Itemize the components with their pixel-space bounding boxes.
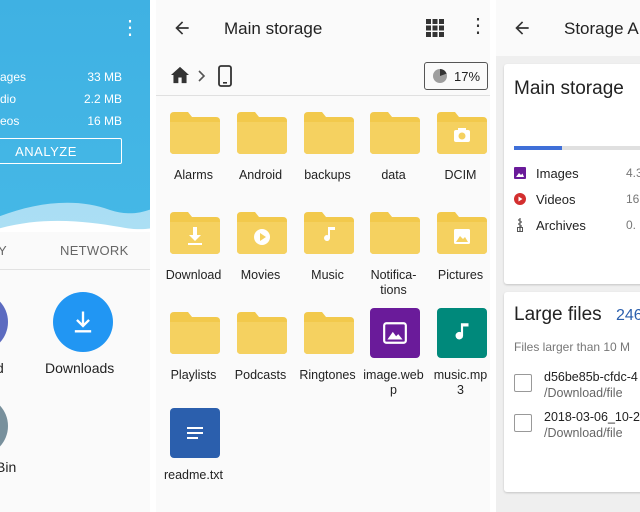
file-name: data xyxy=(381,168,406,182)
file-name: image.web p xyxy=(363,368,424,397)
right-screen: Storage A Main storage Images 4.3 Videos… xyxy=(496,0,640,512)
file-item[interactable]: backups xyxy=(294,98,361,198)
grid-view-icon[interactable] xyxy=(426,19,444,37)
music-file-icon xyxy=(437,308,487,358)
storage-summary-header: ⋮ ages 33 MB dio 2.2 MB eos 16 MB ANALYZ… xyxy=(0,0,150,232)
large-file-1[interactable]: d56be85b-cfdc-4 /Download/file xyxy=(544,369,638,401)
category-tabs: Y NETWORK xyxy=(0,232,150,270)
file-name: Alarms xyxy=(174,168,213,182)
page-title: Storage A xyxy=(564,19,639,38)
file-item[interactable]: music.mp 3 xyxy=(427,298,490,398)
storage-card-title: Main storage xyxy=(514,78,624,99)
file-name: backups xyxy=(304,168,351,182)
large-files-card: Large files 246 Files larger than 10 M d… xyxy=(504,292,640,492)
file-name: Podcasts xyxy=(234,368,287,382)
storage-usage-badge[interactable]: 17% xyxy=(424,62,488,90)
chevron-right-icon xyxy=(198,70,206,82)
usage-bar xyxy=(514,146,640,150)
file-name: Notifica-tions xyxy=(370,268,417,297)
large-files-title: Large files xyxy=(514,304,602,325)
downloads-circle[interactable] xyxy=(53,292,113,352)
download-icon xyxy=(74,311,92,333)
file-item[interactable]: Download xyxy=(160,198,227,298)
file-item[interactable]: Alarms xyxy=(160,98,227,198)
file-name: DCIM xyxy=(444,168,477,182)
breadcrumb: 17% xyxy=(156,56,490,96)
folder-icon xyxy=(370,112,420,154)
file-item[interactable]: Ringtones xyxy=(294,298,361,398)
folder-icon xyxy=(304,112,354,154)
camera-folder-icon xyxy=(437,112,487,154)
wave-decoration xyxy=(0,202,150,232)
usage-bar-fill xyxy=(514,146,562,150)
file-item[interactable]: Podcasts xyxy=(227,298,294,398)
file-item[interactable]: Movies xyxy=(227,198,294,298)
file-name: Pictures xyxy=(437,268,484,282)
file-item[interactable]: Notifica-tions xyxy=(360,198,427,298)
middle-screen: Main storage ⋮ 17% Alarms Android backups d… xyxy=(156,0,490,512)
folder-icon xyxy=(304,312,354,354)
tab-category[interactable]: Y xyxy=(0,243,7,258)
file-name: music.mp 3 xyxy=(433,368,488,397)
file-checkbox-2[interactable] xyxy=(514,414,532,432)
home-icon[interactable] xyxy=(170,66,190,84)
recycle-bin-label: Bin xyxy=(0,459,17,475)
video-icon xyxy=(514,193,526,205)
file-item[interactable]: Pictures xyxy=(427,198,490,298)
file-name: readme.txt xyxy=(163,468,224,482)
file-item[interactable]: image.web p xyxy=(360,298,427,398)
more-options-icon[interactable]: ⋮ xyxy=(468,16,488,36)
app-bar: Main storage ⋮ xyxy=(156,0,490,56)
category-circle-1[interactable] xyxy=(0,292,8,352)
analyze-button[interactable]: ANALYZE xyxy=(0,138,122,164)
page-title: Main storage xyxy=(224,19,323,38)
file-checkbox-1[interactable] xyxy=(514,374,532,392)
large-file-2[interactable]: 2018-03-06_10-2 /Download/file xyxy=(544,409,640,441)
file-item[interactable]: Android xyxy=(227,98,294,198)
archive-icon xyxy=(517,218,523,232)
recycle-bin-circle[interactable] xyxy=(0,396,8,456)
picture-folder-icon xyxy=(437,212,487,254)
file-name: Download xyxy=(165,268,222,282)
file-item[interactable]: Music xyxy=(294,198,361,298)
image-icon xyxy=(514,167,526,179)
phone-icon[interactable] xyxy=(218,65,232,87)
folder-icon xyxy=(170,112,220,154)
folder-icon xyxy=(170,312,220,354)
pie-usage-icon xyxy=(432,68,447,83)
file-name: Movies xyxy=(240,268,281,282)
download-folder-icon xyxy=(170,212,220,254)
image-file-icon xyxy=(370,308,420,358)
tab-network[interactable]: NETWORK xyxy=(60,243,129,258)
storage-card: Main storage Images 4.3 Videos 16 Archiv… xyxy=(504,64,640,284)
left-screen: ⋮ ages 33 MB dio 2.2 MB eos 16 MB ANALYZ… xyxy=(0,0,150,512)
folder-icon xyxy=(237,112,287,154)
folder-icon xyxy=(370,212,420,254)
app-bar: Storage A xyxy=(496,0,640,56)
downloads-label: Downloads xyxy=(45,360,115,376)
back-arrow-icon[interactable] xyxy=(512,18,532,38)
file-name: Ringtones xyxy=(299,368,356,382)
file-name: Music xyxy=(311,268,344,282)
file-item[interactable]: readme.txt xyxy=(160,398,227,498)
more-options-icon[interactable]: ⋮ xyxy=(120,18,140,38)
file-name: Android xyxy=(238,168,283,182)
file-name: Playlists xyxy=(170,368,217,382)
category-label-1: d xyxy=(0,360,4,376)
file-item[interactable]: DCIM xyxy=(427,98,490,198)
movie-folder-icon xyxy=(237,212,287,254)
back-arrow-icon[interactable] xyxy=(172,18,192,38)
large-files-count: 246 xyxy=(616,307,640,324)
text-file-icon xyxy=(170,408,220,458)
music-folder-icon xyxy=(304,212,354,254)
file-item[interactable]: Playlists xyxy=(160,298,227,398)
large-files-subtitle: Files larger than 10 M xyxy=(514,340,631,354)
file-item[interactable]: data xyxy=(360,98,427,198)
folder-icon xyxy=(237,312,287,354)
